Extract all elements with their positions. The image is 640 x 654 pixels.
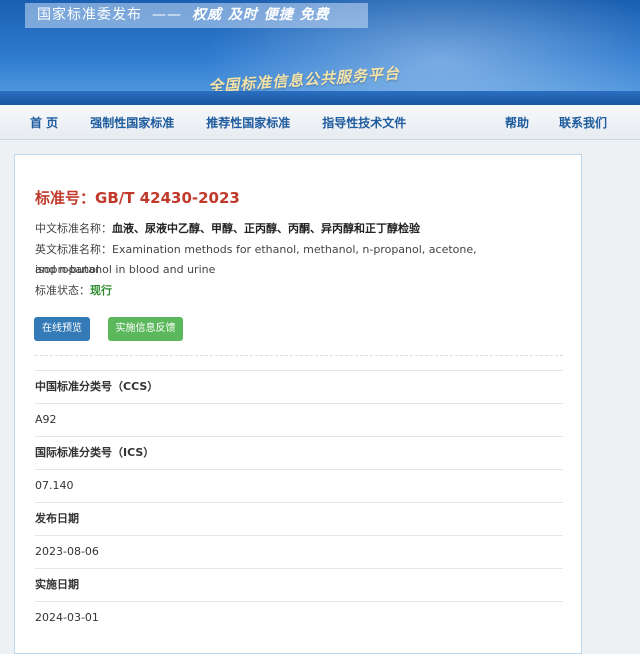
cn-name-row: 中文标准名称：血液、尿液中乙醇、甲醇、正丙醇、丙酮、异丙醇和正丁醇检验	[35, 219, 535, 239]
standard-number-label: 标准号：	[35, 189, 96, 207]
nav-help[interactable]: 帮助	[505, 114, 529, 131]
publish-date-label: 发布日期	[35, 502, 563, 535]
classification-list: 中国标准分类号（CCS） A92 国际标准分类号（ICS） 07.140 发布日…	[35, 370, 563, 634]
implement-date-value: 2024-03-01	[35, 601, 563, 634]
nav-guidance-documents[interactable]: 指导性技术文件	[322, 114, 406, 131]
nav-home[interactable]: 首 页	[30, 114, 58, 131]
ccs-label: 中国标准分类号（CCS）	[35, 370, 563, 403]
slogan-separator: ——	[152, 7, 182, 23]
ics-value: 07.140	[35, 469, 563, 502]
publish-date-value: 2023-08-06	[35, 535, 563, 568]
main-nav: 首 页 强制性国家标准 推荐性国家标准 指导性技术文件 帮助 联系我们	[0, 105, 640, 140]
nav-contact[interactable]: 联系我们	[559, 114, 607, 131]
header-banner: 国家标准委发布 —— 权威 及时 便捷 免费 全国标准信息公共服务平台	[0, 0, 640, 105]
standard-number: GB/T 42430-2023	[95, 189, 240, 207]
ics-label: 国际标准分类号（ICS）	[35, 436, 563, 469]
slogan-values: 权威 及时 便捷 免费	[192, 7, 330, 23]
slogan-org: 国家标准委发布	[37, 7, 142, 23]
en-name-row-cont: and n-butanol in blood and urine	[35, 260, 535, 280]
status-row: 标准状态：现行	[35, 281, 535, 301]
nav-mandatory-standards[interactable]: 强制性国家标准	[90, 114, 174, 131]
feedback-button[interactable]: 实施信息反馈	[108, 317, 183, 341]
cn-name-value: 血液、尿液中乙醇、甲醇、正丙醇、丙酮、异丙醇和正丁醇检验	[112, 222, 420, 235]
nav-recommended-standards[interactable]: 推荐性国家标准	[206, 114, 290, 131]
en-name-value-line2: and n-butanol in blood and urine	[35, 263, 216, 276]
cn-name-label: 中文标准名称：	[35, 222, 112, 235]
divider	[35, 355, 563, 356]
status-badge: 现行	[90, 284, 112, 297]
standard-detail-panel: 标准号：GB/T 42430-2023 中文标准名称：血液、尿液中乙醇、甲醇、正…	[14, 154, 582, 654]
standard-number-title: 标准号：GB/T 42430-2023	[35, 187, 240, 208]
banner-stripe	[0, 91, 640, 105]
slogan-bar: 国家标准委发布 —— 权威 及时 便捷 免费	[25, 3, 368, 28]
implement-date-label: 实施日期	[35, 568, 563, 601]
ccs-value: A92	[35, 403, 563, 436]
status-label: 标准状态：	[35, 284, 90, 297]
online-preview-button[interactable]: 在线预览	[34, 317, 90, 341]
en-name-label: 英文标准名称：	[35, 243, 112, 256]
